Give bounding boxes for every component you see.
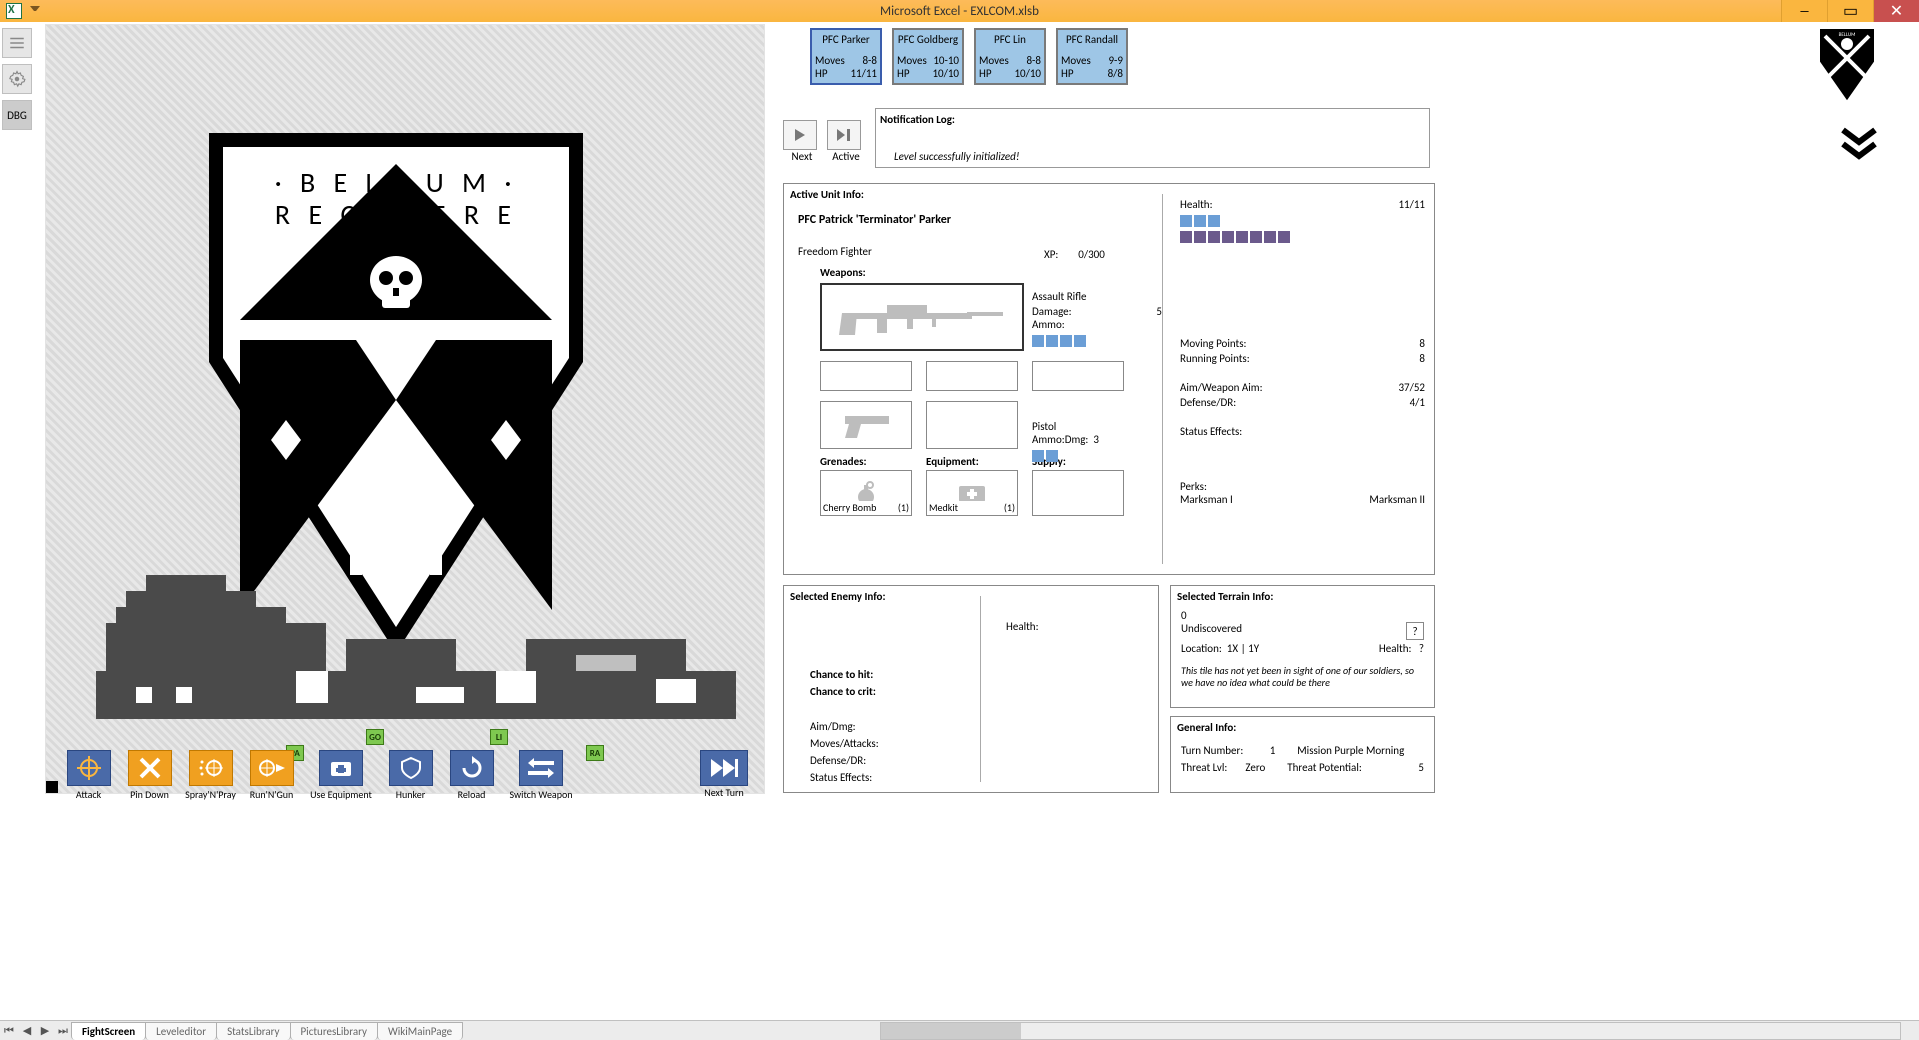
sidearm-ammo-bar bbox=[1032, 450, 1162, 462]
sheet-nav-next[interactable]: ▶ bbox=[36, 1022, 54, 1040]
sheet-nav-first[interactable]: ⏮ bbox=[0, 1022, 18, 1040]
enemy-panel: Selected Enemy Info: Chance to hit: Chan… bbox=[783, 585, 1159, 793]
terrain-help-button[interactable]: ? bbox=[1406, 622, 1424, 640]
rifle-icon bbox=[837, 295, 1007, 339]
nav-active[interactable]: Active bbox=[827, 120, 865, 163]
nav-next[interactable]: Next bbox=[783, 120, 821, 163]
excel-icon bbox=[6, 3, 22, 19]
game-viewport[interactable]: · B E L L U M · R E C I P E R E bbox=[45, 24, 765, 794]
cmd-switch-weapon[interactable]: Switch Weapon bbox=[504, 750, 578, 801]
squad-bar: PFC Parker Moves8-8 HP11/11 PFC Goldberg… bbox=[810, 28, 1128, 85]
sheet-nav-prev[interactable]: ◀ bbox=[18, 1022, 36, 1040]
notification-header: Notification Log: bbox=[880, 113, 1425, 126]
sheet-tab-pictureslibrary[interactable]: PicturesLibrary bbox=[290, 1022, 378, 1040]
sheet-tab-leveleditor[interactable]: Leveleditor bbox=[145, 1022, 217, 1040]
weapon-slot-2[interactable] bbox=[820, 361, 912, 391]
active-unit-panel: Active Unit Info: PFC Patrick 'Terminato… bbox=[783, 183, 1435, 575]
horizontal-scrollbar[interactable] bbox=[880, 1022, 1901, 1040]
viewport-caret-icon bbox=[46, 781, 58, 793]
cmd-spray[interactable]: Spray'N'Pray bbox=[182, 750, 239, 801]
grenade-slot[interactable]: Cherry Bomb(1) bbox=[820, 470, 912, 516]
tile-map[interactable]: PA GO LI RA bbox=[96, 575, 751, 775]
cmd-attack[interactable]: Attack bbox=[60, 750, 117, 801]
command-bar: Attack Pin Down Spray'N'Pray Run'N'Gun U… bbox=[60, 750, 578, 801]
rank-chevron-icon bbox=[1839, 124, 1879, 164]
primary-weapon-slot[interactable] bbox=[820, 283, 1024, 351]
close-button[interactable]: ✕ bbox=[1873, 0, 1919, 22]
sidearm-stats: Pistol Ammo:Dmg: 3 bbox=[1032, 420, 1162, 462]
sheet-tab-statslibrary[interactable]: StatsLibrary bbox=[216, 1022, 290, 1040]
svg-text:BELLUM: BELLUM bbox=[1839, 32, 1856, 38]
notification-message: Level successfully initialized! bbox=[894, 150, 1019, 163]
notification-log: Notification Log: Level successfully ini… bbox=[875, 108, 1430, 168]
terrain-panel: Selected Terrain Info: 0 Undiscovered? L… bbox=[1170, 585, 1435, 708]
active-unit-xp: XP: 0/300 bbox=[1044, 248, 1105, 261]
minimize-button[interactable]: ─ bbox=[1781, 0, 1827, 22]
sheet-nav-last[interactable]: ⏭ bbox=[54, 1022, 72, 1040]
unit-marker-go[interactable]: GO bbox=[366, 729, 384, 745]
debug-button[interactable]: DBG bbox=[2, 100, 32, 130]
squad-card-randall[interactable]: PFC Randall Moves9-9 HP8/8 bbox=[1056, 28, 1128, 85]
cmd-reload[interactable]: Reload bbox=[443, 750, 500, 801]
debug-rail: DBG bbox=[2, 28, 32, 130]
logo-text-1: · B E L L U M · bbox=[275, 165, 518, 200]
sidearm-slot[interactable] bbox=[820, 401, 912, 449]
sheet-tab-bar: ⏮ ◀ ▶ ⏭ FightScreen Leveleditor StatsLib… bbox=[0, 1020, 1919, 1040]
weapon-slot-4[interactable] bbox=[1032, 361, 1124, 391]
restore-button[interactable]: ▭ bbox=[1827, 0, 1873, 22]
faction-badge-icon: BELLUM bbox=[1815, 24, 1879, 106]
health-bar bbox=[1180, 215, 1425, 227]
cmd-rungun[interactable]: Run'N'Gun bbox=[243, 750, 300, 801]
squad-card-goldberg[interactable]: PFC Goldberg Moves10-10 HP10/10 bbox=[892, 28, 964, 85]
active-unit-stats: Health:11/11 Moving Points:8 Running Poi… bbox=[1180, 198, 1425, 508]
cmd-next-turn[interactable]: Next Turn bbox=[700, 750, 748, 799]
weapon-slot-3[interactable] bbox=[926, 361, 1018, 391]
equipment-slot[interactable]: Medkit(1) bbox=[926, 470, 1018, 516]
settings-button[interactable] bbox=[2, 64, 32, 94]
squad-card-parker[interactable]: PFC Parker Moves8-8 HP11/11 bbox=[810, 28, 882, 85]
cmd-hunker[interactable]: Hunker bbox=[382, 750, 439, 801]
squad-card-lin[interactable]: PFC Lin Moves8-8 HP10/10 bbox=[974, 28, 1046, 85]
unit-marker-li[interactable]: LI bbox=[490, 729, 508, 745]
equipment-label: Equipment: bbox=[926, 455, 1018, 468]
qat-dropdown-icon[interactable] bbox=[30, 6, 40, 16]
window-title: Microsoft Excel - EXLCOM.xlsb bbox=[880, 4, 1039, 19]
primary-weapon-stats: Assault Rifle Damage:5 Ammo: bbox=[1032, 290, 1162, 347]
grenades-label: Grenades: bbox=[820, 455, 912, 468]
pistol-icon bbox=[839, 410, 893, 440]
menu-button[interactable] bbox=[2, 28, 32, 58]
primary-ammo-bar bbox=[1032, 335, 1162, 347]
cmd-use-equipment[interactable]: Use Equipment bbox=[304, 750, 378, 801]
supply-slot[interactable] bbox=[1032, 470, 1124, 516]
general-panel: General Info: Turn Number: 1 Mission Pur… bbox=[1170, 716, 1435, 793]
logo-text-2: R E C I P E R E bbox=[275, 197, 517, 232]
unit-marker-ra[interactable]: RA bbox=[586, 745, 604, 761]
sidearm-slot-2[interactable] bbox=[926, 401, 1018, 449]
cmd-pindown[interactable]: Pin Down bbox=[121, 750, 178, 801]
title-bar: Microsoft Excel - EXLCOM.xlsb ─ ▭ ✕ bbox=[0, 0, 1919, 22]
sheet-tab-wikimainpage[interactable]: WikiMainPage bbox=[377, 1022, 463, 1040]
sheet-tab-fightscreen[interactable]: FightScreen bbox=[71, 1022, 146, 1040]
